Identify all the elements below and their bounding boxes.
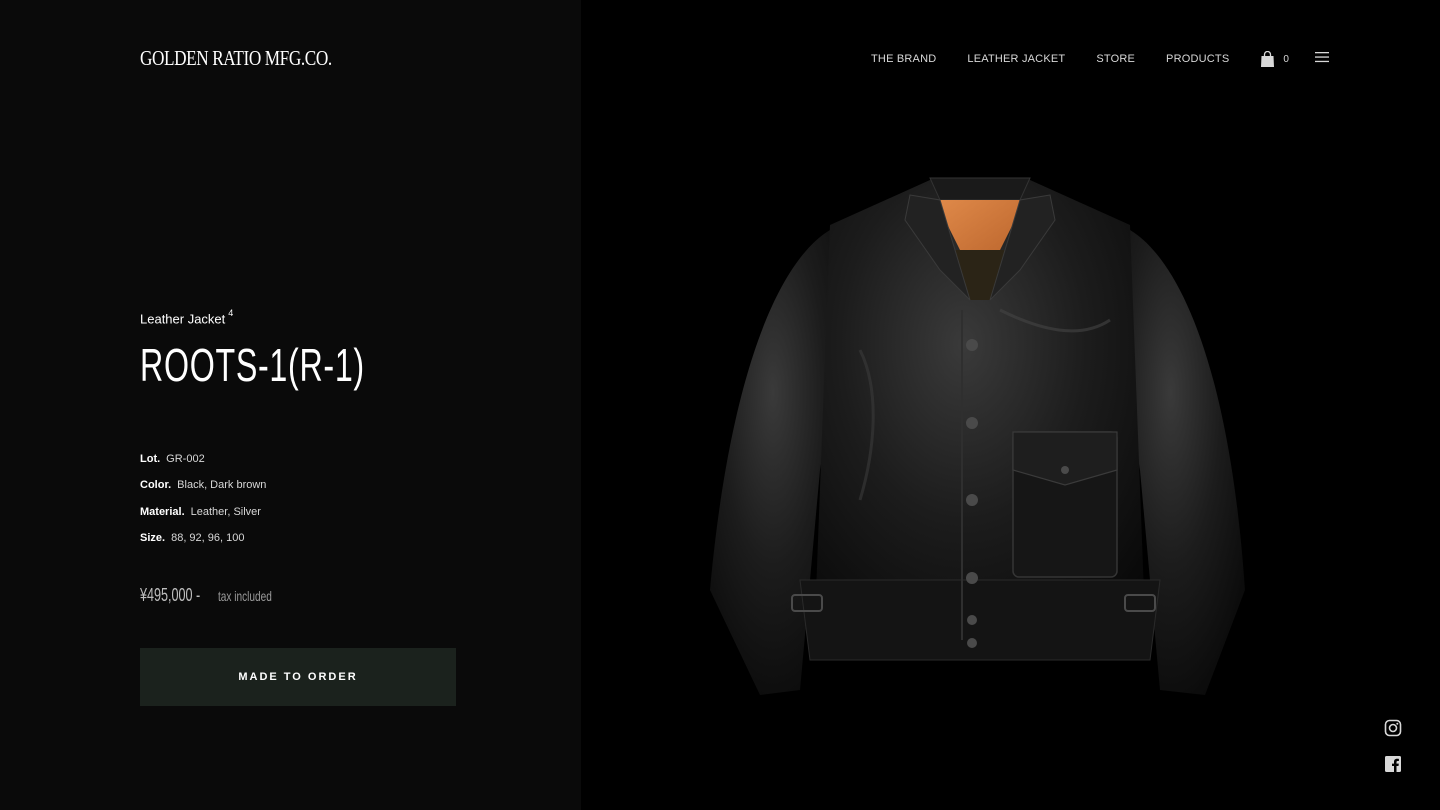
nav-item-leather-jacket[interactable]: LEATHER JACKET bbox=[967, 53, 1065, 65]
spec-key: Lot. bbox=[140, 453, 161, 465]
hamburger-menu-icon bbox=[1314, 52, 1329, 63]
product-image bbox=[700, 170, 1260, 710]
spec-row-material: Material. Leather, Silver bbox=[140, 505, 266, 531]
spec-value: GR-002 bbox=[166, 453, 205, 465]
nav-item-the-brand[interactable]: THE BRAND bbox=[871, 53, 936, 65]
category-label: Leather Jacket bbox=[140, 311, 226, 327]
category-count: 4 bbox=[228, 308, 234, 318]
cart-button[interactable]: 0 bbox=[1260, 50, 1289, 68]
spec-key: Size. bbox=[140, 532, 166, 545]
facebook-icon[interactable] bbox=[1384, 755, 1402, 773]
main-nav: THE BRAND LEATHER JACKET STORE PRODUCTS … bbox=[871, 50, 1329, 68]
shopping-bag-icon bbox=[1261, 50, 1275, 67]
made-to-order-button[interactable]: MADE TO ORDER bbox=[140, 648, 456, 706]
spec-row-lot: Lot. GR-002 bbox=[140, 452, 266, 478]
nav-item-products[interactable]: PRODUCTS bbox=[1166, 53, 1229, 65]
spec-row-color: Color. Black, Dark brown bbox=[140, 478, 266, 504]
black-leather-jacket-photo bbox=[710, 177, 1245, 695]
cart-count: 0 bbox=[1283, 53, 1289, 65]
spec-value: Leather, Silver bbox=[190, 505, 261, 518]
brand-logo[interactable]: GOLDEN RATIO MFG.CO. bbox=[140, 46, 332, 71]
spec-value: Black, Dark brown bbox=[177, 479, 267, 492]
spec-value: 88, 92, 96, 100 bbox=[171, 532, 245, 545]
product-category: Leather Jacket 4 bbox=[140, 308, 234, 327]
tax-note: tax included bbox=[218, 588, 272, 604]
product-specs: Lot. GR-002 Color. Black, Dark brown Mater… bbox=[140, 452, 266, 558]
spec-key: Material. bbox=[140, 505, 185, 518]
price-row: ¥495,000 - tax included bbox=[140, 585, 293, 606]
nav-item-store[interactable]: STORE bbox=[1096, 53, 1135, 65]
instagram-icon[interactable] bbox=[1384, 719, 1402, 737]
menu-button[interactable] bbox=[1314, 50, 1329, 68]
product-price: ¥495,000 - bbox=[140, 585, 201, 605]
spec-row-size: Size. 88, 92, 96, 100 bbox=[140, 531, 266, 557]
spec-key: Color. bbox=[140, 479, 172, 492]
product-title: ROOTS-1(R-1) bbox=[140, 339, 365, 391]
